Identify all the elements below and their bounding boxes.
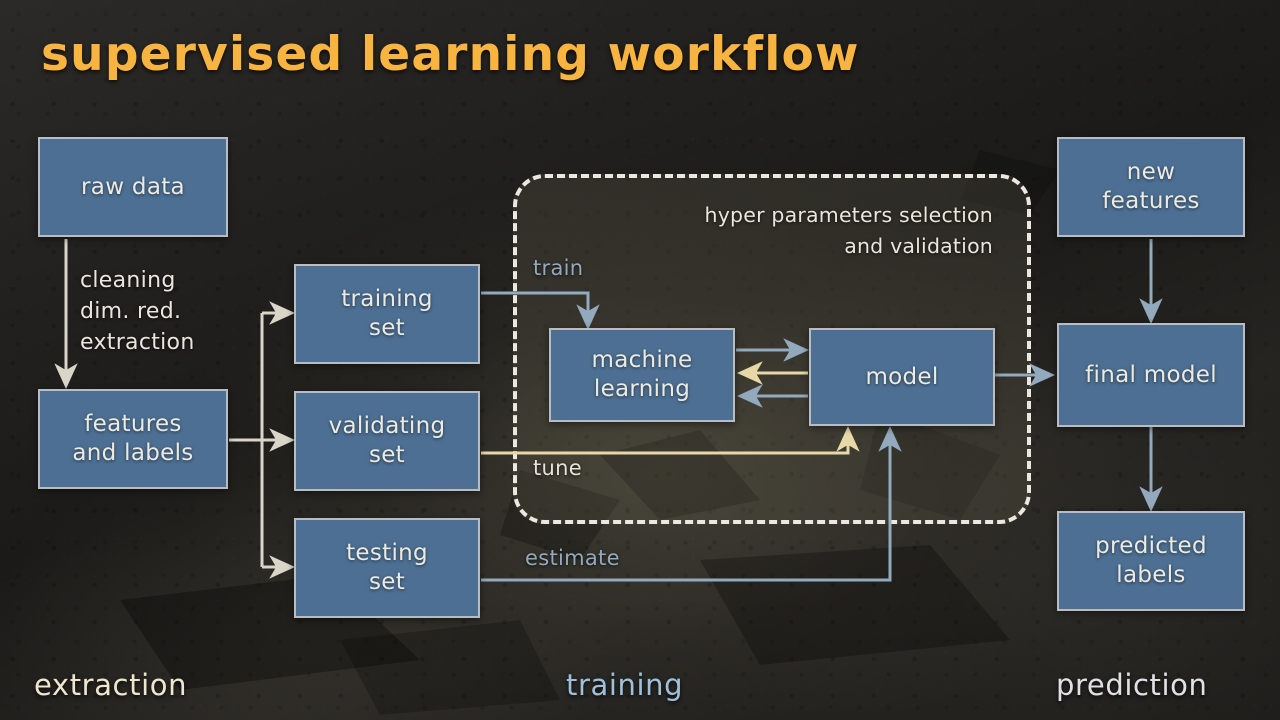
node-validating-set[interactable]: validating set [294,391,480,491]
node-training-set[interactable]: training set [294,264,480,364]
stage-caption-prediction: prediction [1056,668,1208,702]
edge-label-tune: tune [533,456,582,480]
node-features-and-labels-label: features and labels [72,411,194,466]
node-model[interactable]: model [809,328,995,426]
node-testing-set-label: testing set [346,540,428,595]
stage-caption-training: training [566,668,684,702]
hyperparameter-panel-caption: hyper parameters selection and validatio… [704,203,993,259]
node-testing-set[interactable]: testing set [294,518,480,618]
edge-label-cleaning: cleaning dim. red. extraction [80,268,195,356]
node-model-label: model [865,363,939,390]
node-machine-learning-label: machine learning [591,347,693,402]
node-final-model-label: final model [1085,361,1217,388]
node-raw-data-label: raw data [81,173,185,200]
page-title: supervised learning workflow [41,27,860,82]
node-machine-learning[interactable]: machine learning [549,328,735,422]
node-new-features-label: new features [1102,159,1200,214]
node-raw-data[interactable]: raw data [38,137,228,237]
stage-caption-extraction: extraction [34,668,188,702]
node-predicted-labels[interactable]: predicted labels [1057,511,1245,611]
edge-label-train: train [533,256,584,280]
node-training-set-label: training set [341,286,433,341]
node-validating-set-label: validating set [328,413,446,468]
diagram-canvas: supervised learning workflow hyper param… [0,0,1280,720]
edge-label-estimate: estimate [525,546,620,570]
node-features-and-labels[interactable]: features and labels [38,389,228,489]
node-new-features[interactable]: new features [1057,137,1245,237]
node-predicted-labels-label: predicted labels [1095,533,1207,588]
node-final-model[interactable]: final model [1057,323,1245,427]
